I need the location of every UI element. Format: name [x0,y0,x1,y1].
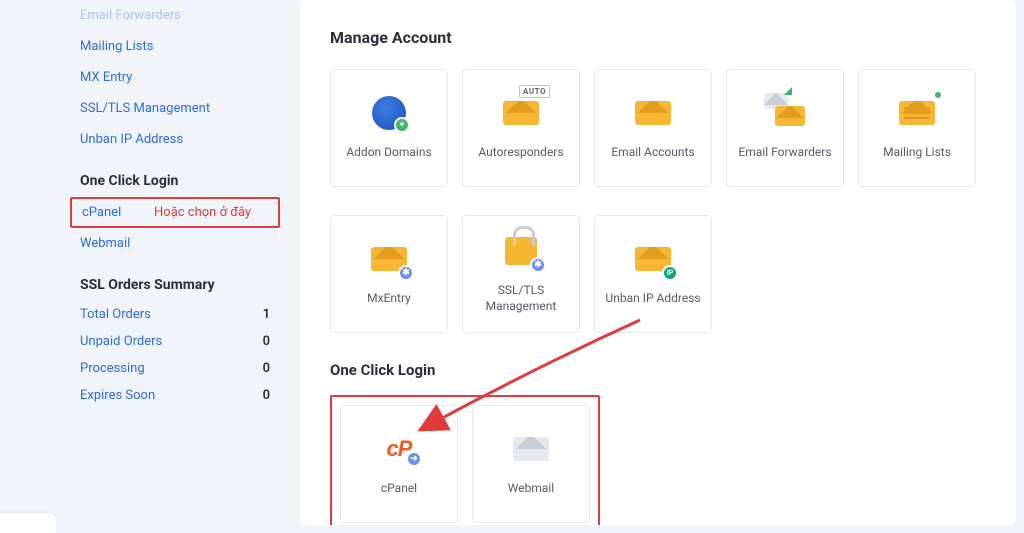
envelope-forward-icon [764,95,806,131]
cpanel-icon: cP➜ [378,431,420,467]
card-label: Email Accounts [611,145,694,161]
card-label: Autoresponders [478,145,563,161]
ssl-row-total[interactable]: Total Orders 1 [70,301,280,328]
card-ssl-tls[interactable]: ✱ SSL/TLS Management [462,215,580,333]
envelope-ip-icon: IP [632,241,674,277]
ssl-row-label: Unpaid Orders [80,334,162,349]
card-grid-manage-2: ✱ MxEntry ✱ SSL/TLS Management IP Unban … [330,215,986,333]
sidebar-link-unban-ip[interactable]: Unban IP Address [70,124,280,155]
sidebar-link-ssl-tls[interactable]: SSL/TLS Management [70,93,280,124]
ssl-row-count: 0 [263,388,270,403]
main-panel: Manage Account + Addon Domains AUTO Auto… [300,0,1016,525]
bottom-tab [0,513,56,533]
card-autoresponders[interactable]: AUTO Autoresponders [462,69,580,187]
card-label: Unban IP Address [605,291,700,307]
card-label: Mailing Lists [883,145,951,161]
sidebar-heading-ssl-summary: SSL Orders Summary [70,259,280,301]
heading-one-click-login: One Click Login [330,361,986,379]
ssl-row-label: Processing [80,361,145,376]
envelope-webmail-icon [510,431,552,467]
ssl-row-processing[interactable]: Processing 0 [70,355,280,382]
sidebar-link-mx-entry[interactable]: MX Entry [70,62,280,93]
card-label: Email Forwarders [738,145,831,161]
card-label: SSL/TLS Management [469,283,573,314]
card-mx-entry[interactable]: ✱ MxEntry [330,215,448,333]
ssl-row-count: 1 [263,307,270,322]
padlock-icon: ✱ [500,233,542,269]
card-mailing-lists[interactable]: Mailing Lists [858,69,976,187]
ssl-row-label: Expires Soon [80,388,155,403]
ssl-row-count: 0 [263,334,270,349]
card-unban-ip[interactable]: IP Unban IP Address [594,215,712,333]
annotation-note-text: Hoặc chọn ở đây [154,205,251,220]
card-label: MxEntry [367,291,411,307]
ssl-row-label: Total Orders [80,307,151,322]
card-addon-domains[interactable]: + Addon Domains [330,69,448,187]
globe-icon: + [368,95,410,131]
sidebar-heading-one-click-login: One Click Login [70,155,280,197]
card-grid-manage: + Addon Domains AUTO Autoresponders Emai… [330,69,986,187]
card-label: Webmail [508,481,554,497]
ssl-row-unpaid[interactable]: Unpaid Orders 0 [70,328,280,355]
envelope-gear-icon: ✱ [368,241,410,277]
ssl-row-count: 0 [263,361,270,376]
card-webmail[interactable]: Webmail [472,405,590,523]
layout: Email Forwarders Mailing Lists MX Entry … [0,0,1024,533]
sidebar-link-email-forwarders[interactable]: Email Forwarders [70,0,280,31]
card-email-accounts[interactable]: Email Accounts [594,69,712,187]
annotation-highlight-cpanel-link: cPanel Hoặc chọn ở đây [70,197,280,228]
card-email-forwarders[interactable]: Email Forwarders [726,69,844,187]
envelope-icon [632,95,674,131]
sidebar: Email Forwarders Mailing Lists MX Entry … [0,0,300,533]
card-cpanel[interactable]: cP➜ cPanel [340,405,458,523]
heading-manage-account: Manage Account [330,28,986,47]
annotation-highlight-cpanel-card: cP➜ cPanel Webmail [330,395,600,525]
card-label: Addon Domains [346,145,431,161]
envelope-list-icon [896,95,938,131]
sidebar-link-webmail[interactable]: Webmail [70,228,280,259]
envelope-auto-icon: AUTO [500,95,542,131]
card-label: cPanel [381,481,417,497]
ssl-row-expires[interactable]: Expires Soon 0 [70,382,280,409]
sidebar-link-mailing-lists[interactable]: Mailing Lists [70,31,280,62]
